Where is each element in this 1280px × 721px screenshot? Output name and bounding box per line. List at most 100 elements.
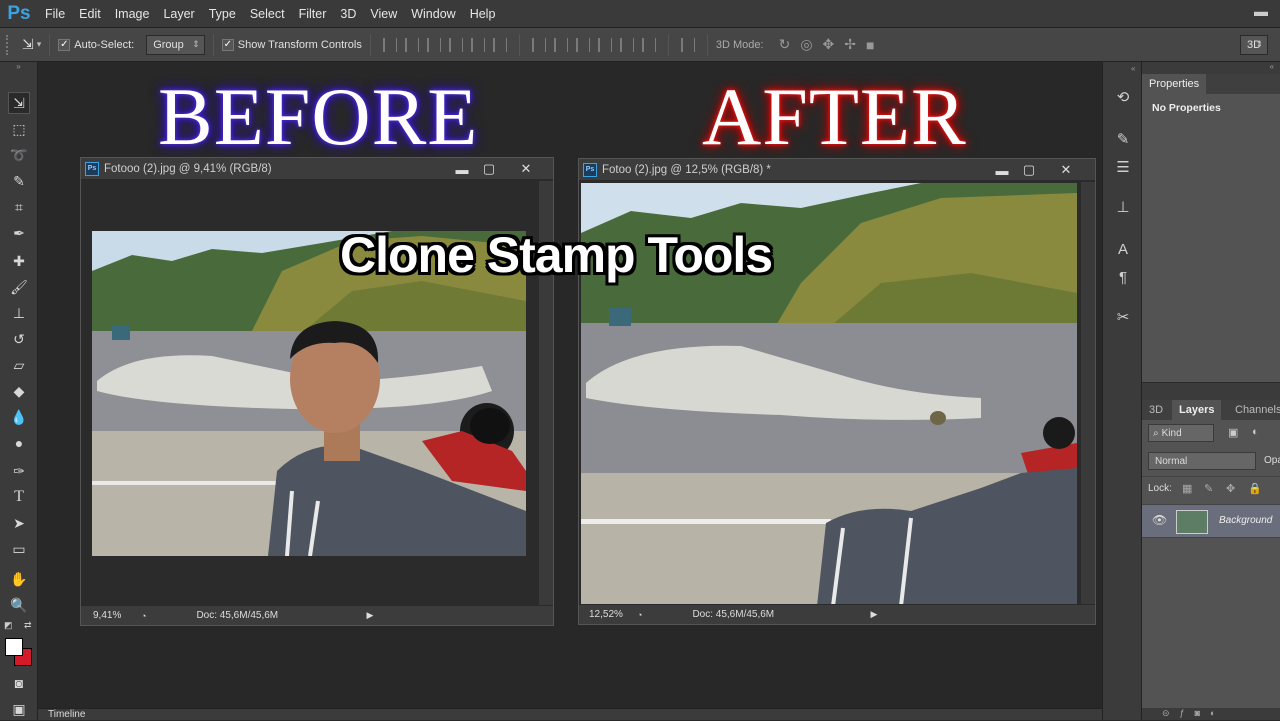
lock-image-icon[interactable]: ✎	[1204, 482, 1213, 495]
align-right-icon[interactable]	[492, 37, 507, 52]
clone-source-icon[interactable]: ⊥	[1112, 196, 1134, 218]
path-select-tool-icon[interactable]: ➤	[8, 512, 30, 534]
distribute-vcenter-icon[interactable]	[553, 37, 568, 52]
swap-colors-icon[interactable]: ⇄	[24, 620, 32, 631]
tab-layers[interactable]: Layers	[1172, 400, 1222, 420]
adjustments-icon[interactable]: ☰	[1112, 156, 1134, 178]
menu-edit[interactable]: Edit	[72, 7, 108, 21]
align-left-icon[interactable]	[448, 37, 463, 52]
lock-position-icon[interactable]: ✥	[1226, 482, 1235, 495]
show-transform-checkbox[interactable]: ✓	[221, 38, 234, 51]
zoom-tool-icon[interactable]: 🔍	[8, 594, 30, 616]
paint-bucket-tool-icon[interactable]: ◆	[8, 380, 30, 402]
crop-tool-icon[interactable]: ⌗	[8, 196, 30, 218]
close-icon[interactable]: ✕	[1055, 159, 1077, 181]
tab-properties[interactable]: Properties	[1142, 74, 1207, 94]
brush-tool-icon[interactable]: 🖌	[8, 276, 30, 298]
status-arrow-icon[interactable]: ▶	[366, 610, 373, 621]
lock-transparent-icon[interactable]: ▦	[1182, 482, 1192, 495]
minimize-app-icon[interactable]: ▬	[1250, 0, 1272, 22]
menu-image[interactable]: Image	[108, 7, 157, 21]
menu-file[interactable]: File	[38, 7, 72, 21]
fx-icon[interactable]: ƒ	[1180, 708, 1195, 718]
menu-3d[interactable]: 3D	[333, 7, 363, 21]
distribute-bottom-icon[interactable]	[575, 37, 590, 52]
layer-row-background[interactable]: 👁 Background	[1142, 504, 1280, 538]
menu-select[interactable]: Select	[243, 7, 292, 21]
vertical-scrollbar[interactable]	[1081, 182, 1095, 604]
align-vcenter-icon[interactable]	[404, 37, 419, 52]
paragraph-icon[interactable]: ¶	[1112, 266, 1134, 288]
collapse-icon[interactable]: «	[1131, 64, 1135, 73]
minimize-icon[interactable]: ▬	[451, 158, 473, 180]
quick-mask-icon[interactable]: ◙	[8, 672, 30, 694]
distribute-left-icon[interactable]	[597, 37, 612, 52]
eraser-tool-icon[interactable]: ▱	[8, 354, 30, 376]
quick-select-tool-icon[interactable]: ✎	[8, 170, 30, 192]
collapse-icon[interactable]: «	[1270, 62, 1274, 71]
visibility-eye-icon[interactable]: 👁	[1152, 513, 1167, 527]
align-hcenter-icon[interactable]	[470, 37, 485, 52]
close-icon[interactable]: ✕	[515, 158, 537, 180]
workspace-dropdown[interactable]: 3D	[1240, 34, 1269, 55]
collapse-icon[interactable]: »	[0, 62, 37, 72]
auto-select-checkbox[interactable]: ✓	[58, 38, 71, 51]
filter-pixel-icon[interactable]: ▣	[1228, 426, 1238, 439]
clone-stamp-tool-icon[interactable]: ⊥	[8, 302, 30, 324]
maximize-icon[interactable]: ▢	[1018, 159, 1040, 181]
history-icon[interactable]: ⟲	[1112, 86, 1134, 108]
move-tool-icon[interactable]: ⇲	[22, 36, 34, 53]
default-colors-icon[interactable]: ◩	[4, 620, 13, 631]
status-menu-icon[interactable]: ◔	[141, 611, 146, 621]
distribute-hcenter-icon[interactable]	[619, 37, 634, 52]
tool-preset-arrow-icon[interactable]: ▾	[37, 39, 42, 50]
blend-mode-dropdown[interactable]: Normal	[1148, 452, 1256, 470]
screen-mode-icon[interactable]: ▣	[8, 698, 30, 720]
type-tool-icon[interactable]: T	[8, 486, 30, 508]
mask-icon[interactable]: ◙	[1195, 708, 1210, 718]
menu-filter[interactable]: Filter	[292, 7, 334, 21]
pen-tool-icon[interactable]: ✑	[8, 460, 30, 482]
filter-adjustment-icon[interactable]: ◐	[1252, 426, 1259, 438]
align-top-icon[interactable]	[382, 37, 397, 52]
character-icon[interactable]: A	[1112, 238, 1134, 260]
tab-3d[interactable]: 3D	[1142, 400, 1170, 420]
layer-name[interactable]: Background	[1219, 515, 1272, 526]
kind-filter-dropdown[interactable]: ⌕ Kind	[1148, 424, 1214, 442]
status-menu-icon[interactable]: ◔	[637, 610, 642, 620]
3d-slide-icon[interactable]: ✢	[844, 36, 856, 53]
3d-pan-icon[interactable]: ✥	[823, 36, 835, 53]
foreground-color-swatch[interactable]	[5, 638, 23, 656]
menu-help[interactable]: Help	[463, 7, 503, 21]
distribute-right-icon[interactable]	[641, 37, 656, 52]
healing-brush-tool-icon[interactable]: ✚	[8, 250, 30, 272]
lasso-tool-icon[interactable]: ➰	[8, 144, 30, 166]
hand-tool-icon[interactable]: ✋	[8, 568, 30, 590]
move-tool-icon[interactable]: ⇲	[8, 92, 30, 114]
3d-scale-icon[interactable]: ■	[866, 37, 874, 53]
menu-type[interactable]: Type	[202, 7, 243, 21]
timeline-panel[interactable]: Timeline	[38, 708, 1102, 720]
status-arrow-icon[interactable]: ▶	[870, 609, 877, 620]
zoom-level[interactable]: 12,52%	[589, 609, 633, 620]
lock-all-icon[interactable]: 🔒	[1248, 482, 1262, 495]
align-bottom-icon[interactable]	[426, 37, 441, 52]
menu-view[interactable]: View	[363, 7, 404, 21]
maximize-icon[interactable]: ▢	[478, 158, 500, 180]
eyedropper-tool-icon[interactable]: ✒	[8, 222, 30, 244]
tab-channels[interactable]: Channels	[1228, 400, 1280, 420]
3d-rotate-icon[interactable]: ↻	[779, 36, 791, 53]
dodge-tool-icon[interactable]: ●	[8, 432, 30, 454]
link-layers-icon[interactable]: ⊝	[1162, 708, 1180, 718]
blur-tool-icon[interactable]: 💧	[8, 406, 30, 428]
adjustment-layer-icon[interactable]: ◐	[1210, 708, 1225, 718]
marquee-tool-icon[interactable]: ⬚	[8, 118, 30, 140]
menu-layer[interactable]: Layer	[156, 7, 201, 21]
timeline-tab[interactable]: Timeline	[48, 709, 85, 720]
shape-tool-icon[interactable]: ▭	[8, 538, 30, 560]
minimize-icon[interactable]: ▬	[991, 159, 1013, 181]
auto-select-dropdown[interactable]: Group	[146, 34, 205, 55]
distribute-top-icon[interactable]	[531, 37, 546, 52]
auto-align-icon[interactable]	[680, 37, 695, 52]
menu-window[interactable]: Window	[404, 7, 462, 21]
